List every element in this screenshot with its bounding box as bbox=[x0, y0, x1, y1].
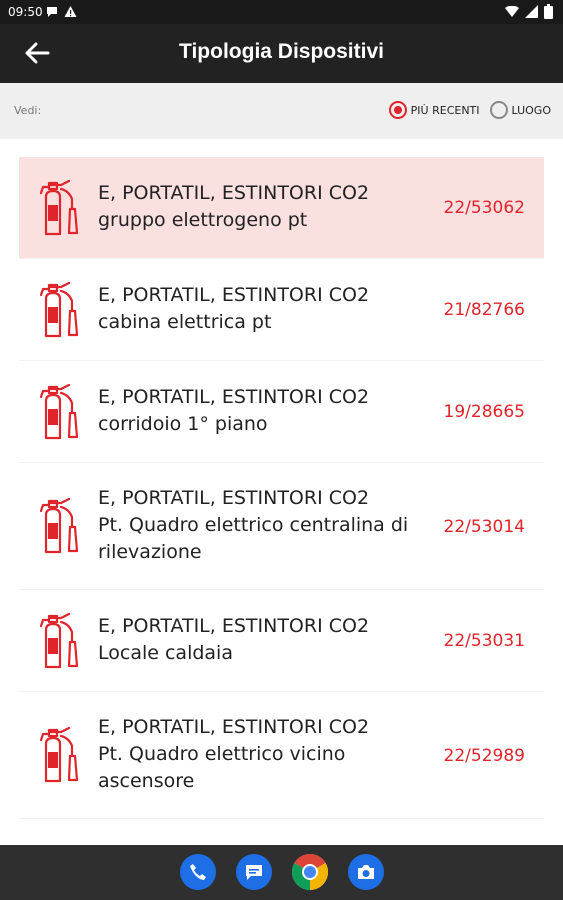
item-type: E, PORTATIL, ESTINTORI CO2 bbox=[98, 487, 370, 509]
status-bar: 09:50 bbox=[0, 0, 563, 24]
item-type: E, PORTATIL, ESTINTORI CO2 bbox=[98, 386, 370, 408]
list-item[interactable]: E, PORTATIL, ESTINTORI CO2 Locale caldai… bbox=[19, 590, 544, 692]
radio-label-recent: PIÙ RECENTI bbox=[410, 103, 480, 117]
device-list: E, PORTATIL, ESTINTORI CO2 gruppo elettr… bbox=[19, 157, 544, 819]
radio-option-recent[interactable]: PIÙ RECENTI bbox=[388, 101, 480, 119]
chat-notification-icon bbox=[47, 7, 57, 17]
item-type: E, PORTATIL, ESTINTORI CO2 bbox=[98, 716, 370, 738]
messages-icon[interactable] bbox=[236, 854, 272, 890]
item-location: cabina elettrica pt bbox=[98, 311, 272, 333]
fire-extinguisher-icon bbox=[39, 383, 83, 441]
page-title: Tipologia Dispositivi bbox=[179, 40, 384, 63]
chrome-icon[interactable] bbox=[292, 854, 328, 890]
camera-icon[interactable] bbox=[348, 854, 384, 890]
item-type: E, PORTATIL, ESTINTORI CO2 bbox=[98, 182, 370, 204]
list-item[interactable]: E, PORTATIL, ESTINTORI CO2 gruppo elettr… bbox=[19, 157, 544, 259]
fire-extinguisher-icon bbox=[39, 497, 83, 555]
app-bar: Tipologia Dispositivi bbox=[0, 24, 563, 83]
nav-bar bbox=[0, 845, 563, 900]
fire-extinguisher-icon bbox=[39, 612, 83, 670]
item-code: 19/28665 bbox=[443, 402, 525, 422]
item-location: Pt. Quadro elettrico vicino bbox=[98, 743, 346, 765]
battery-icon bbox=[544, 4, 553, 19]
item-location: Locale caldaia bbox=[98, 642, 233, 664]
item-type: E, PORTATIL, ESTINTORI CO2 bbox=[98, 615, 370, 637]
item-code: 22/53031 bbox=[443, 631, 525, 651]
wifi-icon bbox=[505, 5, 519, 17]
radio-button-recent[interactable] bbox=[388, 101, 407, 119]
item-code: 22/53014 bbox=[443, 517, 525, 537]
item-location-cont: ascensore bbox=[98, 770, 195, 792]
status-time: 09:50 bbox=[8, 5, 43, 19]
item-location: gruppo elettrogeno pt bbox=[98, 209, 308, 231]
fire-extinguisher-icon bbox=[39, 281, 83, 339]
item-code: 22/53062 bbox=[443, 198, 525, 218]
sort-radio-group: PIÙ RECENTI LUOGO bbox=[388, 101, 551, 119]
radio-option-place[interactable]: LUOGO bbox=[489, 101, 551, 119]
list-item[interactable]: E, PORTATIL, ESTINTORI CO2 cabina elettr… bbox=[19, 259, 544, 361]
item-type: E, PORTATIL, ESTINTORI CO2 bbox=[98, 284, 370, 306]
warning-icon bbox=[64, 6, 77, 17]
list-item[interactable]: E, PORTATIL, ESTINTORI CO2 corridoio 1° … bbox=[19, 361, 544, 463]
list-item[interactable]: E, PORTATIL, ESTINTORI CO2 Pt. Quadro el… bbox=[19, 692, 544, 819]
item-location: corridoio 1° piano bbox=[98, 413, 268, 435]
radio-button-place[interactable] bbox=[489, 101, 508, 119]
filter-label: Vedi: bbox=[14, 104, 42, 117]
item-location-cont: rilevazione bbox=[98, 541, 202, 563]
fire-extinguisher-icon bbox=[39, 179, 83, 237]
item-code: 21/82766 bbox=[443, 300, 525, 320]
filter-bar: Vedi: PIÙ RECENTI LUOGO bbox=[0, 83, 563, 139]
list-item[interactable]: E, PORTATIL, ESTINTORI CO2 Pt. Quadro el… bbox=[19, 463, 544, 590]
item-code: 22/52989 bbox=[443, 746, 525, 766]
signal-icon bbox=[525, 5, 538, 18]
item-location: Pt. Quadro elettrico centralina di bbox=[98, 514, 409, 536]
fire-extinguisher-icon bbox=[39, 726, 83, 784]
radio-label-place: LUOGO bbox=[511, 103, 551, 117]
phone-icon[interactable] bbox=[180, 854, 216, 890]
